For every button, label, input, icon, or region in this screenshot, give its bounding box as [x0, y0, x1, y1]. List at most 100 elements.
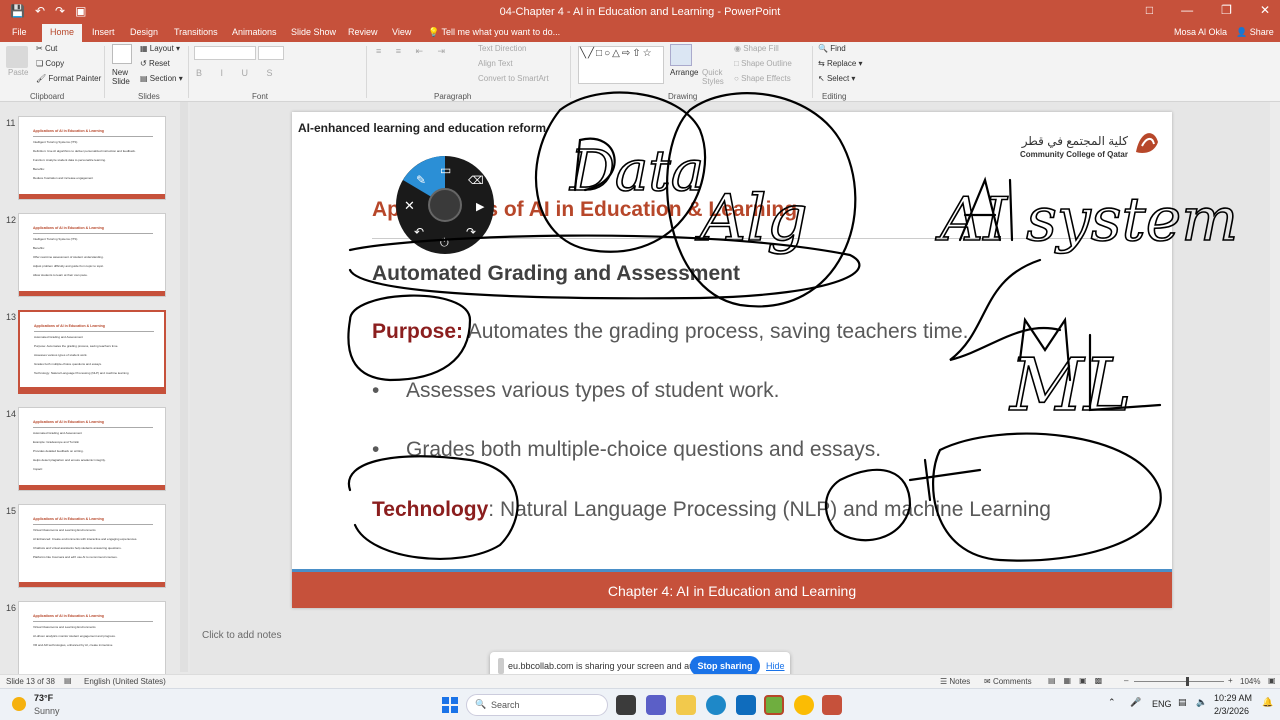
shape-effects-button[interactable]: ○ Shape Effects: [734, 74, 791, 83]
slide-thumbnail[interactable]: Applications of AI in Education & Learni…: [18, 310, 166, 394]
copy-button[interactable]: ❏ Copy: [36, 59, 64, 68]
weather-desc[interactable]: Sunny: [34, 706, 60, 716]
eraser-icon[interactable]: ⌫: [468, 175, 484, 187]
close-icon[interactable]: ✕: [404, 198, 415, 213]
collaborate-app-icon[interactable]: [764, 695, 784, 715]
shape-fill-button[interactable]: ◉ Shape Fill: [734, 44, 779, 53]
notes-placeholder[interactable]: Click to add notes: [202, 630, 282, 641]
share-button[interactable]: 👤 Share: [1236, 27, 1274, 38]
zoom-in-icon[interactable]: +: [1228, 676, 1233, 685]
tab-slide-show[interactable]: Slide Show: [291, 27, 336, 37]
drag-handle-icon[interactable]: [498, 658, 504, 674]
text-direction-button[interactable]: Text Direction: [478, 44, 526, 53]
slide-thumbnail[interactable]: Applications of AI in Education & Learni…: [18, 407, 166, 491]
find-button[interactable]: 🔍 Find: [818, 44, 846, 53]
power-icon[interactable]: ⏻: [440, 237, 449, 249]
windows-start-icon[interactable]: [440, 695, 460, 715]
tab-insert[interactable]: Insert: [92, 27, 115, 37]
microphone-icon[interactable]: 🎤: [1130, 697, 1141, 708]
pen-icon[interactable]: ✎: [416, 173, 426, 187]
thumbnail-scrollbar[interactable]: [180, 102, 188, 672]
section-button[interactable]: ▤ Section ▾: [140, 74, 183, 83]
tab-transitions[interactable]: Transitions: [174, 27, 218, 37]
file-explorer-icon[interactable]: [676, 695, 696, 715]
language-status[interactable]: English (United States): [84, 677, 166, 686]
reset-button[interactable]: ↺ Reset: [140, 59, 170, 68]
thumbnail-title: Applications of AI in Education & Learni…: [33, 420, 104, 424]
align-text-button[interactable]: Align Text: [478, 59, 513, 68]
tray-chevron-icon[interactable]: ⌃: [1108, 697, 1116, 708]
clock-time[interactable]: 10:29 AM: [1214, 693, 1252, 703]
zoom-slider[interactable]: [1134, 681, 1224, 682]
slide-thumbnail[interactable]: Applications of AI in Education & Learni…: [18, 504, 166, 588]
user-name[interactable]: Mosa Al Okla: [1174, 27, 1227, 37]
slide-thumbnail[interactable]: Applications of AI in Education & Learni…: [18, 213, 166, 297]
play-icon[interactable]: ▶: [476, 201, 485, 213]
slide-thumbnail[interactable]: Applications of AI in Education & Learni…: [18, 601, 166, 674]
fit-slide-icon[interactable]: ▣: [1268, 676, 1276, 685]
cut-button[interactable]: ✂ Cut: [36, 44, 57, 53]
layout-button[interactable]: ▦ Layout ▾: [140, 44, 180, 53]
logo-arabic-text: كلية المجتمع في قطر: [1021, 134, 1128, 148]
network-icon[interactable]: ▤: [1178, 697, 1187, 708]
shapes-gallery[interactable]: ╲╱□○△⇨⇧☆: [578, 46, 664, 84]
paste-button[interactable]: Paste: [8, 68, 28, 77]
tab-review[interactable]: Review: [348, 27, 378, 37]
quick-styles-button[interactable]: Quick Styles: [702, 68, 728, 86]
pen-tools-radial-menu[interactable]: ✎ ▭ ⌫ ✕ ▶ ↶ ⏻ ↷: [396, 156, 494, 254]
select-button[interactable]: ↖ Select ▾: [818, 74, 855, 83]
arrange-icon[interactable]: [670, 44, 692, 66]
store-icon[interactable]: [736, 695, 756, 715]
ribbon-display-icon[interactable]: □: [1146, 3, 1153, 17]
close-icon[interactable]: ✕: [1260, 3, 1270, 17]
replace-button[interactable]: ⇆ Replace ▾: [818, 59, 863, 68]
font-size-field[interactable]: [258, 46, 284, 60]
font-name-field[interactable]: [194, 46, 256, 60]
convert-smartart-button[interactable]: Convert to SmartArt: [478, 74, 549, 83]
stop-sharing-button[interactable]: Stop sharing: [690, 656, 760, 676]
slide-thumbnail[interactable]: Applications of AI in Education & Learni…: [18, 116, 166, 200]
clock-date[interactable]: 2/3/2026: [1214, 706, 1249, 716]
list-buttons[interactable]: ≡ ≡ ⇤ ⇥: [376, 46, 451, 57]
zoom-out-icon[interactable]: –: [1124, 676, 1128, 685]
new-slide-button[interactable]: New Slide: [112, 68, 136, 86]
view-buttons[interactable]: ▤▦▣▩: [1048, 676, 1110, 685]
teams-icon[interactable]: [646, 695, 666, 715]
zoom-slider-thumb[interactable]: [1186, 677, 1189, 686]
tab-animations[interactable]: Animations: [232, 27, 277, 37]
language-indicator[interactable]: ENG: [1152, 699, 1172, 709]
hide-link[interactable]: Hide: [766, 661, 785, 671]
tab-home[interactable]: Home: [42, 24, 83, 42]
restore-icon[interactable]: ❐: [1221, 3, 1232, 17]
arrange-button[interactable]: Arrange: [670, 68, 698, 77]
notification-bell-icon[interactable]: 🔔: [1262, 697, 1273, 708]
new-slide-icon[interactable]: [112, 44, 132, 64]
tell-me-search[interactable]: 💡 Tell me what you want to do...: [428, 27, 560, 38]
spellcheck-icon[interactable]: ▤: [64, 676, 72, 685]
highlighter-icon[interactable]: ▭: [440, 163, 451, 177]
chrome-icon[interactable]: [794, 695, 814, 715]
font-format-buttons[interactable]: B I U S: [196, 68, 281, 78]
powerpoint-icon[interactable]: [822, 695, 842, 715]
weather-sun-icon[interactable]: [12, 697, 26, 711]
minimize-icon[interactable]: —: [1181, 3, 1193, 17]
notes-toggle[interactable]: ☰ Notes: [940, 677, 970, 686]
back-arrow-icon[interactable]: ↶: [414, 225, 424, 239]
volume-icon[interactable]: 🔈: [1196, 697, 1207, 708]
format-painter-button[interactable]: 🖌 Format Painter: [36, 74, 101, 83]
tab-design[interactable]: Design: [130, 27, 158, 37]
zoom-level[interactable]: 104%: [1240, 677, 1260, 686]
tab-view[interactable]: View: [392, 27, 411, 37]
comments-toggle[interactable]: ✉ Comments: [984, 677, 1032, 686]
menu-center-hub-icon[interactable]: [428, 188, 462, 222]
taskbar-search[interactable]: 🔍 Search: [466, 694, 608, 716]
vertical-scrollbar[interactable]: [1270, 102, 1280, 674]
edge-icon[interactable]: [706, 695, 726, 715]
shape-outline-button[interactable]: □ Shape Outline: [734, 59, 792, 68]
forward-arrow-icon[interactable]: ↷: [466, 225, 476, 239]
notes-pane[interactable]: Click to add notes: [190, 624, 1270, 646]
tab-file[interactable]: File: [12, 27, 27, 37]
weather-temp[interactable]: 73°F: [34, 693, 53, 703]
paste-icon[interactable]: [6, 46, 28, 68]
task-view-icon[interactable]: [616, 695, 636, 715]
